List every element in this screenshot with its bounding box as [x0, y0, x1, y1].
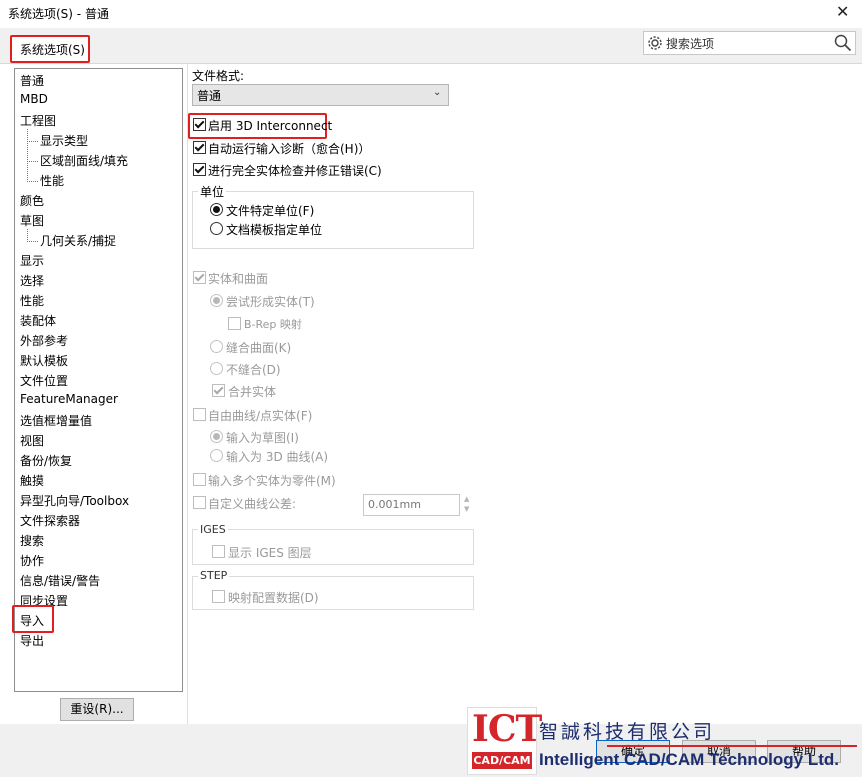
- tree-connector: [27, 141, 38, 162]
- tolerance-stepper[interactable]: ▲ ▼: [462, 494, 474, 514]
- tree-item[interactable]: 装配体: [20, 312, 56, 329]
- tree-item[interactable]: 备份/恢复: [20, 452, 72, 469]
- units-title: 单位: [198, 183, 227, 200]
- panel-divider: [187, 64, 188, 724]
- tab-label: 系统选项(S): [20, 43, 85, 57]
- iges-title: IGES: [198, 523, 228, 536]
- logo-sub: CAD/CAM: [472, 752, 532, 769]
- tree-item[interactable]: 视图: [20, 432, 44, 449]
- solids-checkbox[interactable]: [193, 271, 206, 284]
- try-solid-radio[interactable]: [210, 294, 223, 307]
- auto-diagnose-label: 自动运行输入诊断（愈合(H)）: [208, 142, 371, 156]
- try-solid-label: 尝试形成实体(T): [226, 295, 315, 309]
- spin-up-icon[interactable]: ▲: [464, 495, 469, 503]
- tree-item[interactable]: 外部参考: [20, 332, 68, 349]
- tree-item[interactable]: 信息/错误/警告: [20, 572, 100, 589]
- tree-item[interactable]: 性能: [40, 172, 64, 189]
- tree-item[interactable]: 草图: [20, 212, 44, 229]
- logo-mark: ICT: [472, 708, 542, 750]
- brep-checkbox[interactable]: [228, 317, 241, 330]
- tree-item[interactable]: 普通: [20, 72, 44, 89]
- highlight-import: [12, 605, 54, 633]
- enable-3d-interconnect-label: 启用 3D Interconnect: [208, 119, 333, 133]
- merge-label: 合并实体: [228, 385, 277, 399]
- full-check-checkbox[interactable]: [193, 163, 206, 176]
- logo-cn-name: 智誠科技有限公司: [539, 721, 716, 743]
- custom-tolerance-input[interactable]: 0.001mm: [363, 494, 460, 516]
- tree-item[interactable]: 性能: [20, 292, 44, 309]
- solids-label: 实体和曲面: [208, 272, 269, 286]
- multi-body-checkbox[interactable]: [193, 473, 206, 486]
- no-knit-radio[interactable]: [210, 362, 223, 375]
- tab-system-options[interactable]: 系统选项(S): [10, 35, 90, 63]
- title-bar: [0, 0, 862, 28]
- logo-rule: [607, 745, 857, 747]
- custom-tolerance-checkbox[interactable]: [193, 496, 206, 509]
- as-3d-curve-label: 输入为 3D 曲线(A): [226, 450, 329, 464]
- spin-down-icon[interactable]: ▼: [464, 505, 469, 513]
- show-iges-layers-label: 显示 IGES 图层: [228, 546, 312, 560]
- template-units-radio[interactable]: [210, 222, 223, 235]
- window-title: 系统选项(S) - 普通: [8, 7, 109, 21]
- search-icon[interactable]: [834, 34, 852, 52]
- file-format-value: 普通: [197, 89, 222, 103]
- file-format-label: 文件格式:: [192, 69, 245, 83]
- free-curves-label: 自由曲线/点实体(F): [208, 409, 313, 423]
- tree-item[interactable]: MBD: [20, 92, 48, 106]
- free-curves-checkbox[interactable]: [193, 408, 206, 421]
- map-config-checkbox[interactable]: [212, 590, 225, 603]
- gear-icon: [648, 36, 662, 50]
- knit-radio[interactable]: [210, 340, 223, 353]
- full-check-label: 进行完全实体检查并修正错误(C): [208, 164, 382, 178]
- reset-button[interactable]: 重设(R)...: [60, 698, 134, 721]
- map-config-label: 映射配置数据(D): [228, 591, 319, 605]
- tree-item[interactable]: 导出: [20, 632, 44, 649]
- tree-item[interactable]: 异型孔向导/Toolbox: [20, 492, 129, 509]
- as-3d-curve-radio[interactable]: [210, 449, 223, 462]
- multi-body-label: 输入多个实体为零件(M): [208, 474, 336, 488]
- tree-connector: [27, 229, 38, 242]
- units-group: [192, 191, 474, 249]
- tree-item[interactable]: 文件探索器: [20, 512, 80, 529]
- tree-item[interactable]: 颜色: [20, 192, 44, 209]
- file-units-radio[interactable]: [210, 203, 223, 216]
- file-format-select[interactable]: 普通 ⌄: [192, 84, 449, 106]
- show-iges-layers-checkbox[interactable]: [212, 545, 225, 558]
- tree-item[interactable]: 文件位置: [20, 372, 68, 389]
- as-sketch-radio[interactable]: [210, 430, 223, 443]
- chevron-down-icon: ⌄: [433, 87, 442, 98]
- merge-checkbox[interactable]: [212, 384, 225, 397]
- template-units-label: 文档模板指定单位: [226, 223, 323, 237]
- brep-label: B-Rep 映射: [244, 318, 302, 331]
- tree-item[interactable]: 显示: [20, 252, 44, 269]
- tree-item[interactable]: 协作: [20, 552, 44, 569]
- close-icon[interactable]: ✕: [836, 2, 849, 21]
- tree-item[interactable]: FeatureManager: [20, 392, 118, 406]
- no-knit-label: 不缝合(D): [226, 363, 281, 377]
- tree-item[interactable]: 默认模板: [20, 352, 68, 369]
- custom-tolerance-value: 0.001mm: [368, 498, 421, 511]
- search-placeholder: 搜索选项: [666, 37, 715, 51]
- tree-item[interactable]: 工程图: [20, 112, 56, 129]
- logo-en-name: Intelligent CAD/CAM Technology Ltd.: [539, 750, 839, 769]
- knit-label: 缝合曲面(K): [226, 341, 292, 355]
- tree-item[interactable]: 区域剖面线/填充: [40, 152, 128, 169]
- custom-tolerance-label: 自定义曲线公差:: [208, 497, 297, 511]
- tree-item[interactable]: 触摸: [20, 472, 44, 489]
- as-sketch-label: 输入为草图(I): [226, 431, 299, 445]
- tree-connector: [27, 161, 38, 182]
- logo-badge: ICT CAD/CAM: [467, 707, 542, 775]
- tree-item[interactable]: 选择: [20, 272, 44, 289]
- tree-item[interactable]: 选值框增量值: [20, 412, 92, 429]
- ict-logo: ICT CAD/CAM 智誠科技有限公司 Intelligent CAD/CAM…: [467, 707, 862, 777]
- enable-3d-interconnect-checkbox[interactable]: [193, 118, 206, 131]
- step-title: STEP: [198, 569, 230, 582]
- tree-item[interactable]: 几何关系/捕捉: [40, 232, 116, 249]
- tree-item[interactable]: 搜索: [20, 532, 44, 549]
- file-units-label: 文件特定单位(F): [226, 204, 315, 218]
- tree-item[interactable]: 显示类型: [40, 132, 88, 149]
- auto-diagnose-checkbox[interactable]: [193, 141, 206, 154]
- options-tree[interactable]: 普通 MBD 工程图 显示类型 区域剖面线/填充 性能 颜色 草图 几何关系/捕捉 显示 选择 性能装…: [14, 68, 183, 692]
- search-input[interactable]: 搜索选项: [643, 31, 856, 55]
